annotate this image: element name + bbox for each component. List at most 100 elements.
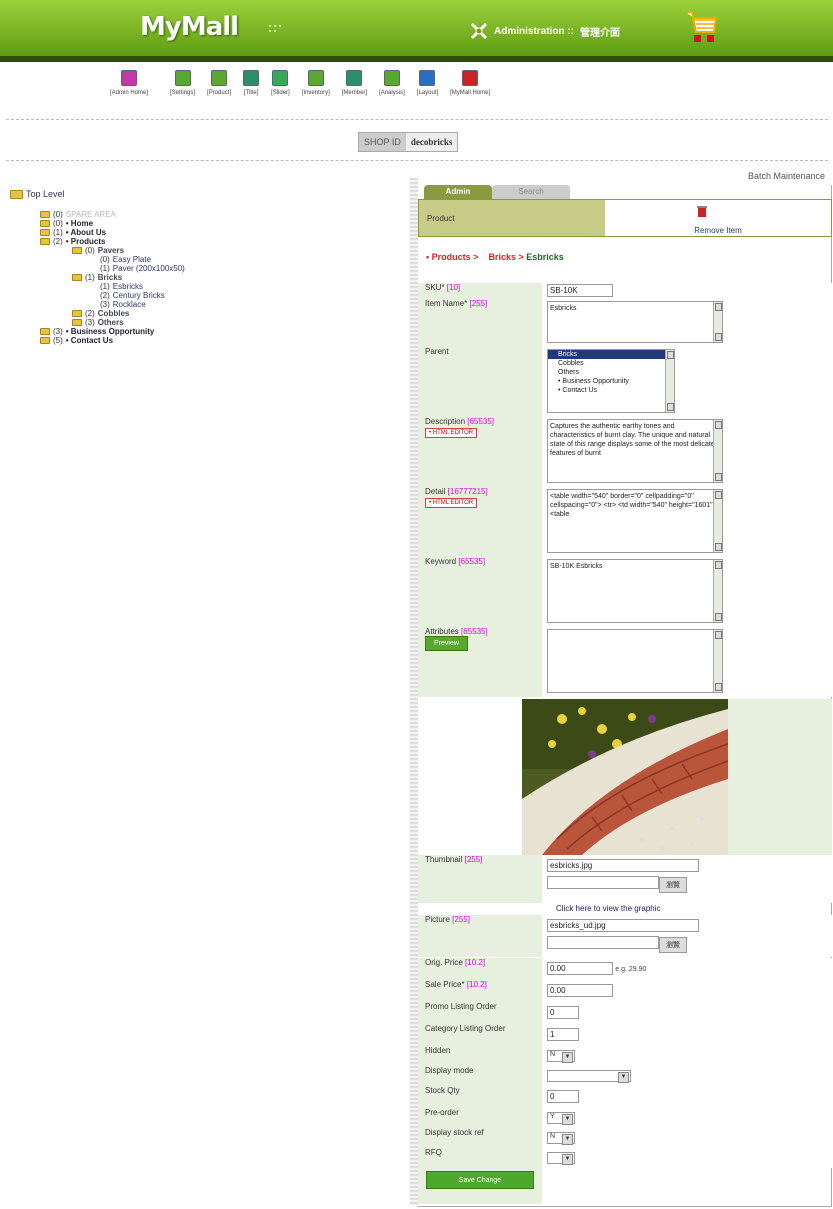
tree-item[interactable]: (3) • Business Opportunity [10,327,410,336]
parent-listbox[interactable]: Bricks Cobbles Others • Business Opportunit… [547,349,675,413]
nav-icon [272,70,289,86]
nav-item-6[interactable]: [Member] [342,70,367,110]
view-graphic-link[interactable]: Click here to view the graphic [556,904,661,913]
parent-option[interactable]: • Business Opportunity [548,377,674,386]
parent-option[interactable]: • Contact Us [548,386,674,395]
folder-icon [72,310,82,317]
folder-icon [40,220,50,227]
tree-item[interactable]: (5) • Contact Us [10,336,410,345]
tree-item[interactable]: (1) Paver (200x100x50) [10,264,410,273]
item-name-textarea[interactable]: Esbricks [547,301,723,343]
tree-item-count: (5) [53,336,63,345]
nav-item-2[interactable]: [Product] [207,70,231,110]
picture-file-input[interactable] [547,936,659,949]
nav-label: [Settings] [170,90,196,96]
tree-item-label: • Contact Us [65,336,114,345]
admin-nav-bar: [Admin Home] [Settings] [Product] [Title] [S… [110,70,730,110]
hidden-select[interactable]: N [547,1050,575,1063]
category-order-label: Category Listing Order [418,1024,542,1046]
nav-item-1[interactable]: [Settings] [170,70,195,110]
pre-order-select[interactable]: Y [547,1112,575,1125]
parent-option[interactable]: Cobbles [548,359,674,368]
thumbnail-browse-button[interactable]: 瀏覽 [659,877,687,893]
nav-item-5[interactable]: [Inventory] [302,70,330,110]
remove-item-button[interactable]: Remove Item [605,200,831,236]
tree-item-label: Easy Plate [112,255,152,264]
tree-item[interactable]: (3) Others [10,318,410,327]
rfq-label: RFQ [418,1148,542,1168]
nav-item-7[interactable]: [Analysis] [379,70,405,110]
attributes-textarea[interactable] [547,629,723,693]
save-change-button[interactable]: Save Change [426,1171,534,1189]
trash-icon [697,206,707,217]
breadcrumb-bricks[interactable]: Bricks > [488,252,523,262]
nav-item-3[interactable]: [Title] [243,70,260,110]
promo-order-input[interactable] [547,1006,579,1019]
description-html-editor-button[interactable]: • HTML EDITOR [425,428,478,438]
nav-label: [Member] [341,90,368,96]
tree-item[interactable]: (1) • About Us [10,228,410,237]
nav-icon [419,70,436,86]
sku-input[interactable] [547,284,613,297]
tree-item[interactable]: (0) • Home [10,219,410,228]
nav-label: [Slider] [271,90,290,96]
pre-order-label: Pre-order [418,1108,542,1128]
display-stock-select[interactable]: N [547,1132,575,1145]
preview-button[interactable]: Preview [425,636,468,651]
tree-item-count: (2) [100,291,110,300]
nav-item-4[interactable]: [Slider] [271,70,290,110]
tree-item[interactable]: (1) Bricks [10,273,410,282]
tree-item-label: Rocklace [112,300,146,309]
parent-option[interactable]: Bricks [548,350,674,359]
pane-divider[interactable] [410,178,418,1206]
tree-item[interactable]: (3) Rocklace [10,300,410,309]
nav-label: [MyMall Home] [450,90,491,96]
folder-icon [40,328,50,335]
detail-html-editor-button[interactable]: • HTML EDITOR [425,498,478,508]
tree-item[interactable]: (0) Pavers [10,246,410,255]
tools-icon [470,22,488,40]
rfq-select[interactable] [547,1152,575,1165]
tree-root[interactable]: Top Level [10,188,410,200]
tree-item[interactable]: (2) • Products [10,237,410,246]
breadcrumb-current: Esbricks [526,252,564,262]
tree-item[interactable]: (0) SPARE AREA [10,210,410,219]
folder-icon [10,189,23,199]
tab-admin[interactable]: Admin [424,185,492,199]
parent-option[interactable]: Others [548,368,674,377]
keyword-textarea[interactable]: SB-10K Esbricks [547,559,723,623]
sale-price-input[interactable] [547,984,613,997]
batch-maintenance-link[interactable]: Batch Maintenance [748,171,825,181]
display-mode-select[interactable] [547,1070,631,1083]
tree-item-count: (1) [85,273,95,282]
detail-textarea[interactable]: <table width="540" border="0" cellpaddin… [547,489,723,553]
nav-icon [243,70,260,86]
nav-item-8[interactable]: [Layout] [417,70,438,110]
tree-item-count: (1) [53,228,63,237]
tree-item[interactable]: (2) Cobbles [10,309,410,318]
tree-root-label: Top Level [26,189,65,199]
display-stock-label: Display stock ref [418,1128,542,1148]
picture-input[interactable] [547,919,699,932]
logo-dots-icon [268,24,282,33]
picture-browse-button[interactable]: 瀏覽 [659,937,687,953]
remove-item-label: Remove Item [694,226,742,235]
tree-item[interactable]: (1) Esbricks [10,282,410,291]
breadcrumb-products[interactable]: • Products > [426,252,478,262]
category-order-input[interactable] [547,1028,579,1041]
hidden-label: Hidden [418,1046,542,1066]
description-textarea[interactable]: Captures the authentic earthy tones and … [547,419,723,483]
tab-search[interactable]: Search [492,185,570,199]
nav-item-0[interactable]: [Admin Home] [110,70,148,110]
sku-label: SKU* [10] [418,283,542,299]
tree-item-count: (0) [53,219,63,228]
attributes-label: Attributes [65535] Preview [418,627,542,697]
nav-icon [346,70,363,86]
thumbnail-input[interactable] [547,859,699,872]
stock-qty-input[interactable] [547,1090,579,1103]
tree-item[interactable]: (0) Easy Plate [10,255,410,264]
tree-item[interactable]: (2) Century Bricks [10,291,410,300]
nav-item-9[interactable]: [MyMall Home] [450,70,490,110]
thumbnail-file-input[interactable] [547,876,659,889]
orig-price-input[interactable] [547,962,613,975]
